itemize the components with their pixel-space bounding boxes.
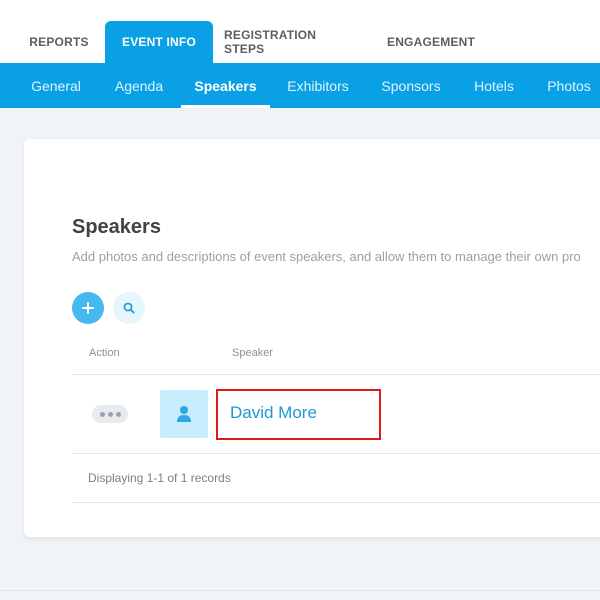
table-row-divider xyxy=(72,453,600,454)
search-icon xyxy=(123,302,135,314)
speaker-avatar xyxy=(160,390,208,438)
subnav-speakers[interactable]: Speakers xyxy=(181,63,270,108)
subnav-general[interactable]: General xyxy=(20,63,92,108)
subnav-exhibitors[interactable]: Exhibitors xyxy=(280,63,356,108)
page-description: Add photos and descriptions of event spe… xyxy=(72,249,581,264)
search-button[interactable] xyxy=(113,292,145,324)
dot xyxy=(107,411,113,417)
subnav-photos[interactable]: Photos xyxy=(540,63,598,108)
user-icon xyxy=(177,406,191,422)
add-speaker-button[interactable] xyxy=(72,292,104,324)
row-actions-button[interactable] xyxy=(92,405,128,423)
tab-engagement[interactable]: ENGAGEMENT xyxy=(376,21,486,63)
table-row: David More xyxy=(72,375,600,453)
subnav-agenda[interactable]: Agenda xyxy=(104,63,174,108)
column-header-speaker: Speaker xyxy=(232,347,273,359)
tab-event-info[interactable]: EVENT INFO xyxy=(105,21,213,63)
dot xyxy=(99,411,105,417)
plus-icon xyxy=(82,302,94,314)
table-footer-divider xyxy=(72,502,600,503)
subnav-hotels[interactable]: Hotels xyxy=(466,63,522,108)
records-count: Displaying 1-1 of 1 records xyxy=(88,471,231,485)
subnav-sponsors[interactable]: Sponsors xyxy=(372,63,450,108)
speaker-name-link[interactable]: David More xyxy=(230,403,317,423)
event-info-subnav: General Agenda Speakers Exhibitors Spons… xyxy=(0,63,600,108)
tab-reports[interactable]: REPORTS xyxy=(18,21,100,63)
top-tab-bar: REPORTS EVENT INFO REGISTRATION STEPS EN… xyxy=(0,0,600,63)
page-bottom-divider xyxy=(0,590,600,591)
tab-registration-steps[interactable]: REGISTRATION STEPS xyxy=(224,21,360,63)
page-title: Speakers xyxy=(72,216,161,238)
column-header-action: Action xyxy=(89,347,120,359)
dot xyxy=(115,411,121,417)
speakers-card: Speakers Add photos and descriptions of … xyxy=(24,139,600,537)
